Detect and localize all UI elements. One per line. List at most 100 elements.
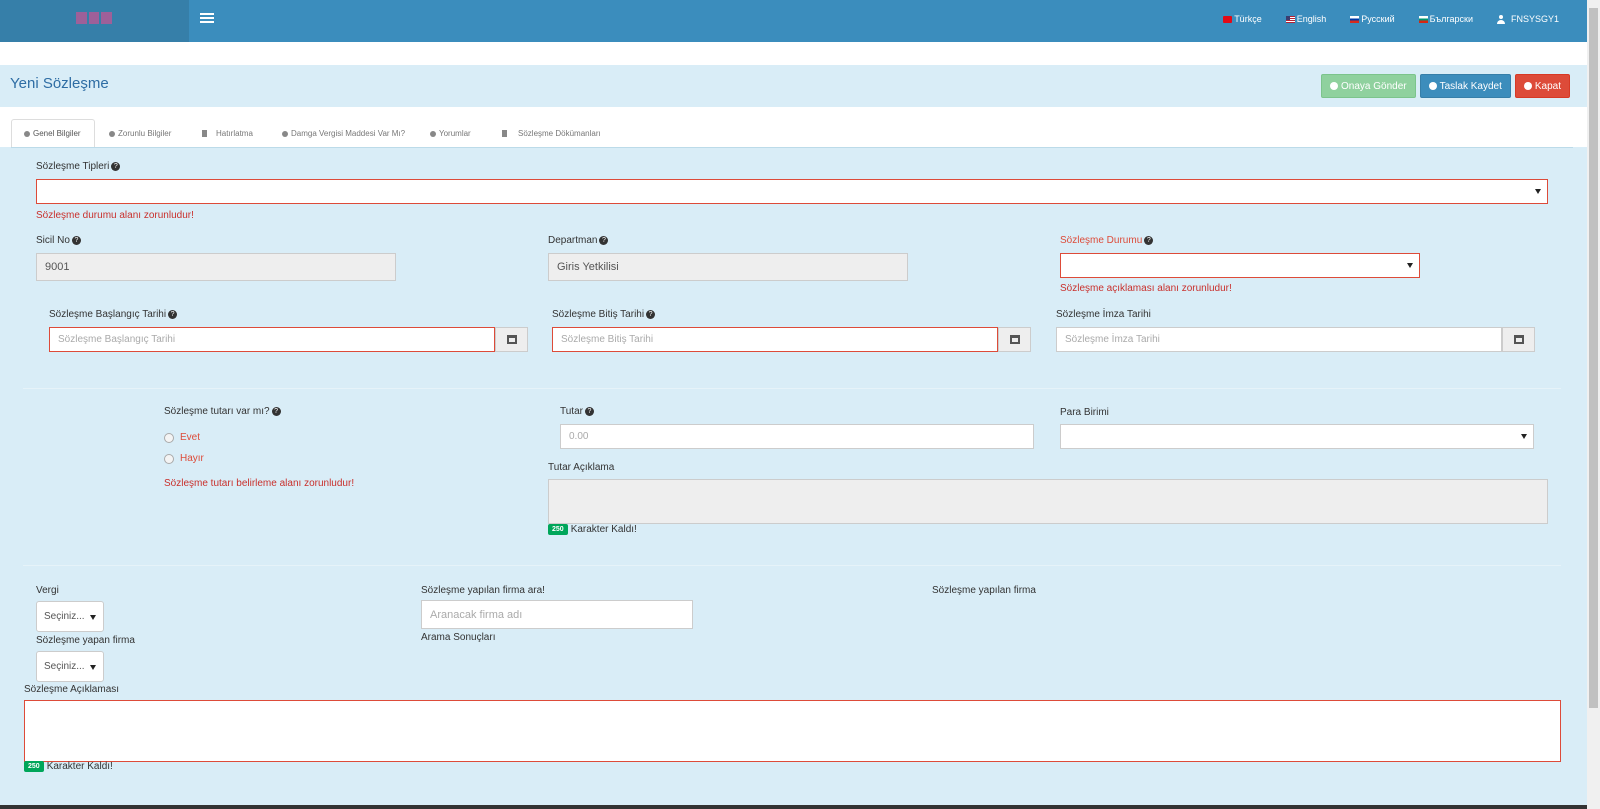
start-date-input[interactable]: Sözleşme Başlangıç Tarihi bbox=[49, 327, 495, 352]
copy-icon bbox=[1428, 82, 1437, 90]
status-label: Sözleşme Durumu? bbox=[1060, 235, 1154, 246]
firm-making-label: Sözleşme yapan firma bbox=[36, 635, 135, 646]
chars-left-badge: 250 bbox=[548, 524, 568, 535]
user-name: FNSYSGY1 bbox=[1510, 14, 1559, 24]
amount-no-radio[interactable]: Hayır bbox=[164, 453, 204, 464]
question-icon: ? bbox=[599, 235, 609, 245]
tab-label: Genel Bilgiler bbox=[33, 129, 81, 138]
amount-input[interactable]: 0.00 bbox=[560, 424, 1034, 449]
chars-left-badge: 250 bbox=[24, 761, 44, 772]
logo-area[interactable] bbox=[0, 0, 189, 42]
sign-date-input[interactable]: Sözleşme İmza Tarihi bbox=[1056, 327, 1502, 352]
calendar-icon bbox=[506, 335, 517, 344]
amount-description-counter: 250 Karakter Kaldı! bbox=[548, 524, 637, 535]
sign-date-calendar-button[interactable] bbox=[1502, 327, 1535, 352]
firm-search-label: Sözleşme yapılan firma ara! bbox=[421, 585, 545, 596]
dropdown-label: Seçiniz... bbox=[44, 611, 85, 622]
department-field[interactable]: Giris Yetkilisi bbox=[548, 253, 908, 281]
menu-toggle-icon[interactable] bbox=[200, 11, 214, 25]
start-date-label: Sözleşme Başlangıç Tarihi? bbox=[49, 309, 178, 320]
language-menu: Türkçe English Русский Български FNSYSGY… bbox=[1223, 14, 1559, 24]
lang-label: Русский bbox=[1361, 14, 1395, 24]
top-navbar: Türkçe English Русский Български FNSYSGY… bbox=[0, 0, 1587, 42]
radio-circle[interactable] bbox=[164, 432, 174, 443]
chars-left-text: Karakter Kaldı! bbox=[46, 761, 113, 772]
scroll-thumb[interactable] bbox=[1589, 8, 1598, 708]
currency-label: Para Birimi bbox=[1060, 407, 1109, 418]
question-icon: ? bbox=[646, 309, 656, 319]
label-text: Sicil No bbox=[36, 235, 70, 246]
save-draft-button[interactable]: Taslak Kaydet bbox=[1419, 74, 1511, 98]
question-icon: ? bbox=[111, 161, 121, 171]
lang-label: English bbox=[1296, 14, 1327, 24]
tab-stamp-tax[interactable]: Damga Vergisi Maddesi Var Mı? bbox=[270, 119, 417, 148]
vertical-scrollbar[interactable] bbox=[1587, 0, 1600, 809]
end-date-calendar-button[interactable] bbox=[998, 327, 1031, 352]
radio-label: Evet bbox=[180, 432, 201, 443]
end-date-input[interactable]: Sözleşme Bitiş Tarihi bbox=[552, 327, 998, 352]
tab-label: Sözleşme Dökümanları bbox=[518, 129, 601, 138]
start-date-calendar-button[interactable] bbox=[495, 327, 528, 352]
contract-types-select[interactable] bbox=[36, 179, 1548, 204]
bell-icon bbox=[202, 130, 207, 137]
comment-icon bbox=[430, 130, 436, 137]
divider bbox=[23, 388, 1561, 389]
description-textarea[interactable] bbox=[24, 700, 1561, 762]
page-title: Yeni Sözleşme bbox=[10, 75, 109, 92]
label-text: Sözleşme Bitiş Tarihi bbox=[552, 309, 645, 320]
tab-reminder[interactable]: Hatırlatma bbox=[190, 119, 265, 148]
calendar-icon bbox=[1513, 335, 1524, 344]
dollar-icon bbox=[282, 130, 288, 137]
content-area: Yeni Sözleşme Onaya Gönder Taslak Kaydet… bbox=[0, 65, 1587, 809]
logo bbox=[76, 12, 113, 24]
caret-down-icon bbox=[1535, 189, 1541, 194]
label-text: Departman bbox=[548, 235, 598, 246]
calendar-icon bbox=[1009, 335, 1020, 344]
amount-error: Sözleşme tutarı belirleme alanı zorunlud… bbox=[164, 478, 355, 489]
amount-yes-radio[interactable]: Evet bbox=[164, 432, 200, 443]
radio-circle[interactable] bbox=[164, 453, 174, 464]
status-select[interactable] bbox=[1060, 253, 1420, 278]
caret-down-icon bbox=[1407, 263, 1413, 268]
caret-down-icon bbox=[1521, 434, 1527, 439]
question-icon: ? bbox=[168, 309, 178, 319]
lang-bulgarian[interactable]: Български bbox=[1418, 14, 1473, 24]
tab-general-info[interactable]: Genel Bilgiler bbox=[11, 119, 95, 148]
tab-label: Hatırlatma bbox=[216, 129, 253, 138]
lang-label: Türkçe bbox=[1234, 14, 1262, 24]
close-button[interactable]: Kapat bbox=[1514, 74, 1570, 98]
lang-russian[interactable]: Русский bbox=[1350, 14, 1395, 24]
amount-description-textarea[interactable] bbox=[548, 479, 1548, 524]
question-icon: ? bbox=[71, 235, 81, 245]
tax-label: Vergi bbox=[36, 585, 59, 596]
radio-label: Hayır bbox=[180, 453, 204, 464]
tab-label: Damga Vergisi Maddesi Var Mı? bbox=[291, 129, 406, 138]
file-icon bbox=[502, 130, 507, 137]
lang-english[interactable]: English bbox=[1285, 14, 1327, 24]
label-text: Sözleşme Başlangıç Tarihi bbox=[49, 309, 167, 320]
check-circle-icon bbox=[1329, 82, 1338, 90]
status-error: Sözleşme açıklaması alanı zorunludur! bbox=[1060, 283, 1232, 294]
lang-turkish[interactable]: Türkçe bbox=[1223, 14, 1262, 24]
currency-select[interactable] bbox=[1060, 424, 1534, 449]
send-approval-button[interactable]: Onaya Gönder bbox=[1320, 74, 1416, 98]
registry-field[interactable]: 9001 bbox=[36, 253, 396, 281]
question-icon: ? bbox=[1144, 235, 1154, 245]
us-flag-icon bbox=[1285, 15, 1295, 23]
tab-contract-documents[interactable]: Sözleşme Dökümanları bbox=[490, 119, 613, 148]
firm-making-dropdown[interactable]: Seçiniz... bbox=[36, 651, 104, 682]
horizontal-scrollbar[interactable] bbox=[0, 805, 1587, 809]
amount-label: Tutar? bbox=[560, 406, 594, 417]
tab-required-info[interactable]: Zorunlu Bilgiler bbox=[97, 119, 183, 148]
firm-search-input[interactable]: Aranacak firma adı bbox=[421, 600, 693, 629]
russia-flag-icon bbox=[1350, 15, 1360, 23]
tab-comments[interactable]: Yorumlar bbox=[418, 119, 483, 148]
user-menu[interactable]: FNSYSGY1 bbox=[1496, 14, 1559, 24]
turkey-flag-icon bbox=[1223, 15, 1233, 23]
contract-types-error: Sözleşme durumu alanı zorunludur! bbox=[36, 210, 194, 221]
amount-description-label: Tutar Açıklama bbox=[548, 462, 615, 473]
lang-label: Български bbox=[1429, 14, 1473, 24]
registry-label: Sicil No? bbox=[36, 235, 81, 246]
tax-dropdown[interactable]: Seçiniz... bbox=[36, 601, 104, 632]
has-amount-label: Sözleşme tutarı var mı?? bbox=[164, 406, 281, 417]
